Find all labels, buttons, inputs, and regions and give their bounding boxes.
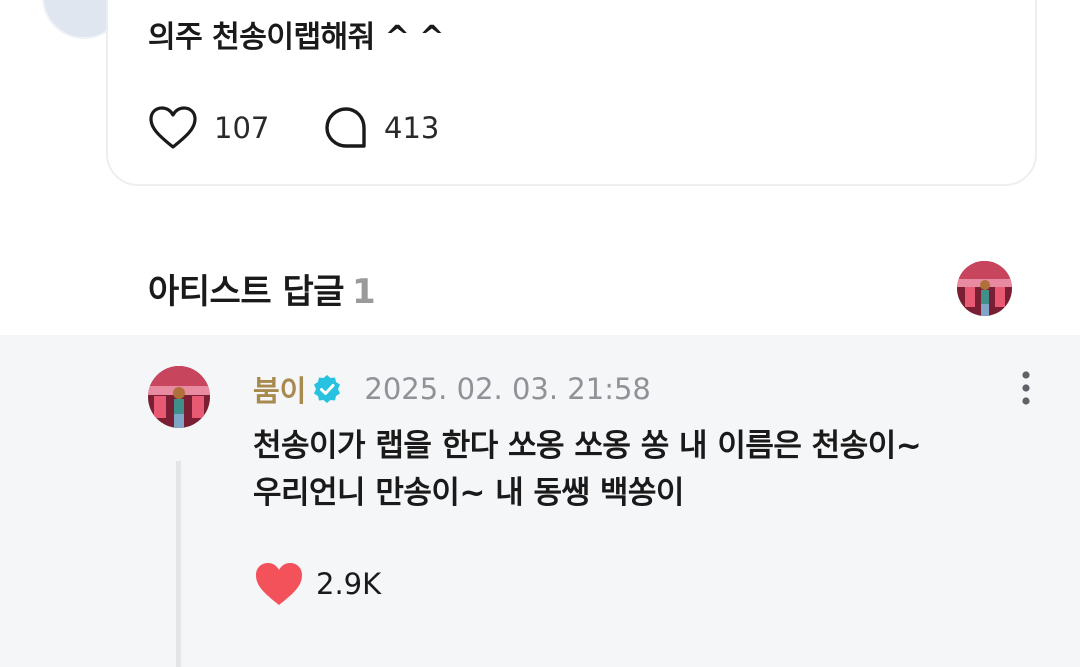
more-options-icon[interactable] xyxy=(1014,370,1038,406)
artist-replies-count: 1 xyxy=(352,272,376,312)
artist-replies-title: 아티스트 답글 xyxy=(148,272,345,312)
reply-like-button[interactable]: 2.9K xyxy=(255,562,381,606)
artist-avatar[interactable] xyxy=(148,366,210,428)
verified-badge-icon xyxy=(314,375,341,403)
reply-text-line: 천송이가 랩을 한다 쏘옹 쏘옹 쏭 내 이름은 천송이~ xyxy=(253,428,922,464)
reply-text: 천송이가 랩을 한다 쏘옹 쏘옹 쏭 내 이름은 천송이~ 우리언니 만송이~ … xyxy=(253,423,922,517)
like-button[interactable]: 107 xyxy=(148,105,269,151)
reply-header: 붐이 2025. 02. 03. 21:58 xyxy=(253,368,651,410)
thread-line xyxy=(176,461,181,667)
comment-text: 의주 천송이랩해줘 ^ ^ xyxy=(148,20,444,55)
comment-button[interactable]: 413 xyxy=(324,106,439,150)
artist-avatar-thumbnail[interactable] xyxy=(957,261,1012,316)
artist-replies-heading: 아티스트 답글 1 xyxy=(148,264,376,313)
like-count: 107 xyxy=(214,111,270,145)
heart-outline-icon xyxy=(149,106,197,149)
reply-like-count: 2.9K xyxy=(316,567,382,601)
heart-filled-icon xyxy=(256,563,302,605)
comment-count: 413 xyxy=(384,111,440,145)
reply-timestamp: 2025. 02. 03. 21:58 xyxy=(364,372,651,406)
reply-text-line: 우리언니 만송이~ 내 동쌩 백쏭이 xyxy=(253,475,684,511)
speech-bubble-icon xyxy=(325,107,366,148)
artist-name[interactable]: 붐이 xyxy=(253,368,306,410)
